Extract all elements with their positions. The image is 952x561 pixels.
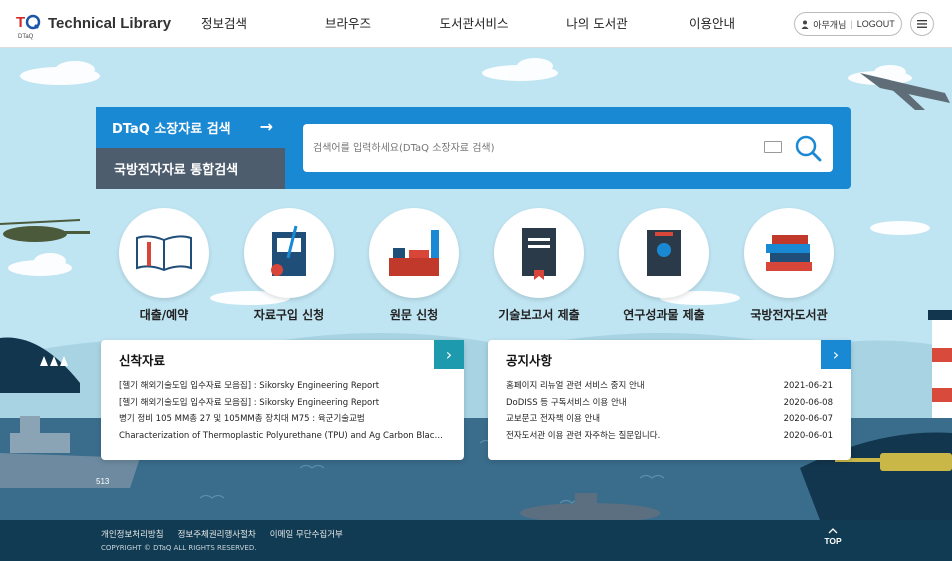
list-item[interactable]: Characterization of Thermoplastic Polyur… <box>119 428 446 445</box>
svg-text:T: T <box>16 14 25 31</box>
logout-button[interactable]: LOGOUT <box>857 19 895 29</box>
logo-sub: DTaQ <box>18 34 34 40</box>
research-book-icon <box>647 230 681 276</box>
hamburger-menu-button[interactable] <box>910 12 934 36</box>
footer-links: 개인정보처리방침 정보주체권리행사절차 이메일 무단수집거부 <box>101 528 343 540</box>
list-item[interactable]: 홈페이지 리뉴얼 관련 서비스 중지 안내 2021-06-21 <box>506 378 833 395</box>
keyboard-icon[interactable] <box>764 141 782 153</box>
user-icon <box>801 20 809 29</box>
label-purchase-request[interactable]: 자료구입 신청 <box>224 306 354 323</box>
divider: | <box>850 19 853 29</box>
quick-link-purchase-request[interactable] <box>244 208 334 298</box>
helicopter-decor <box>0 219 90 242</box>
book-pen-icon <box>271 225 306 276</box>
list-item[interactable]: 병기 정비 105 MM총 27 및 105MM총 장치대 M75 : 육군기술… <box>119 411 446 428</box>
notices-list: 홈페이지 리뉴얼 관련 서비스 중지 안내 2021-06-21 DoDISS 등… <box>506 378 833 444</box>
logo[interactable]: T Technical Library <box>16 12 171 34</box>
new-items-title: 신착자료 <box>119 353 166 368</box>
nav-guide[interactable]: 이용안내 <box>664 0 760 48</box>
label-defense-e-library[interactable]: 국방전자도서관 <box>724 306 854 323</box>
logo-text: Technical Library <box>48 14 172 32</box>
chevron-up-icon <box>828 528 838 534</box>
notice-date: 2020-06-01 <box>783 430 833 441</box>
list-item[interactable]: 교보문고 전자책 이용 안내 2020-06-07 <box>506 411 833 428</box>
ship-number: 513 <box>96 477 110 486</box>
nav-browse[interactable]: 브라우즈 <box>278 0 418 48</box>
notices-title: 공지사항 <box>506 353 553 368</box>
search-input[interactable] <box>303 124 833 172</box>
top-button[interactable]: TOP <box>819 526 847 546</box>
main-nav: 정보검색 브라우즈 도서관서비스 나의 도서관 이용안내 <box>170 0 760 48</box>
list-item[interactable]: DoDISS 등 구독서비스 이용 안내 2020-06-08 <box>506 395 833 412</box>
books-pile-icon <box>766 235 812 271</box>
footer-link-privacy[interactable]: 개인정보처리방침 <box>101 528 164 540</box>
nav-library-service[interactable]: 도서관서비스 <box>418 0 530 48</box>
notice-date: 2020-06-07 <box>783 414 833 424</box>
hamburger-icon <box>917 20 927 28</box>
open-book-icon <box>136 235 192 272</box>
footer-link-email[interactable]: 이메일 무단수집거부 <box>270 528 343 540</box>
quick-link-loan[interactable] <box>119 208 209 298</box>
new-items-card: 신착자료 › [헬기 해외기술도입 입수자료 모음집] : Sikorsky E… <box>101 340 464 460</box>
label-tech-report[interactable]: 기술보고서 제출 <box>474 306 604 323</box>
quick-link-defense-e-library[interactable] <box>744 208 834 298</box>
list-item[interactable]: [헬기 해외기술도입 입수자료 모음집] : Sikorsky Engineer… <box>119 378 446 395</box>
notice-date: 2020-06-08 <box>783 397 833 408</box>
tab-dtaq-search-label: DTaQ 소장자료 검색 <box>112 122 231 137</box>
header: T Technical Library DTaQ 정보검색 브라우즈 도서관서비… <box>0 0 952 48</box>
top-label: TOP <box>824 536 842 546</box>
user-box: 아무개님 | LOGOUT <box>794 12 902 36</box>
notice-text: 교보문고 전자책 이용 안내 <box>506 414 601 424</box>
label-research-output[interactable]: 연구성과물 제출 <box>599 306 729 323</box>
list-item[interactable]: 전자도서관 이용 관련 자주하는 질문입니다. 2020-06-01 <box>506 428 833 445</box>
quick-link-tech-report[interactable] <box>494 208 584 298</box>
search-panel: DTaQ 소장자료 검색 → 국방전자자료 통합검색 <box>96 107 851 189</box>
nav-my-library[interactable]: 나의 도서관 <box>530 0 664 48</box>
label-original-request[interactable]: 원문 신청 <box>349 306 479 323</box>
notice-text: 홈페이지 리뉴얼 관련 서비스 중지 안내 <box>506 381 645 391</box>
dtaq-logo-icon: T <box>16 14 41 31</box>
nav-info-search[interactable]: 정보검색 <box>170 0 278 48</box>
new-items-list: [헬기 해외기술도입 입수자료 모음집] : Sikorsky Engineer… <box>119 378 446 444</box>
report-book-icon <box>522 228 556 280</box>
notices-more-button[interactable]: › <box>821 340 851 369</box>
footer: 개인정보처리방침 정보주체권리행사절차 이메일 무단수집거부 COPYRIGHT… <box>0 520 952 561</box>
notice-text: DoDISS 등 구독서비스 이용 안내 <box>506 397 627 408</box>
notice-text: 전자도서관 이용 관련 자주하는 질문입니다. <box>506 430 661 441</box>
list-item[interactable]: [헬기 해외기술도입 입수자료 모음집] : Sikorsky Engineer… <box>119 395 446 412</box>
label-loan[interactable]: 대출/예약 <box>99 306 229 323</box>
user-name: 아무개님 <box>813 19 847 30</box>
quick-link-original-request[interactable] <box>369 208 459 298</box>
tab-defense-search[interactable]: 국방전자자료 통합검색 <box>96 148 285 189</box>
quick-link-research-output[interactable] <box>619 208 709 298</box>
footer-link-rights[interactable]: 정보주체권리행사절차 <box>178 528 256 540</box>
search-icon[interactable] <box>794 134 822 162</box>
hero-area: 513 DTaQ 소장자료 검색 → 국방전자자료 통합검색 검색어를 입력하세… <box>0 48 952 520</box>
arrow-right-icon: → <box>259 117 273 136</box>
book-stack-icon <box>389 230 439 276</box>
notices-card: 공지사항 › 홈페이지 리뉴얼 관련 서비스 중지 안내 2021-06-21 D… <box>488 340 851 460</box>
notice-date: 2021-06-21 <box>783 381 833 391</box>
copyright: COPYRIGHT © DTaQ ALL RIGHTS RESERVED. <box>101 544 257 552</box>
new-items-more-button[interactable]: › <box>434 340 464 369</box>
tab-dtaq-search[interactable]: DTaQ 소장자료 검색 → <box>96 107 285 148</box>
